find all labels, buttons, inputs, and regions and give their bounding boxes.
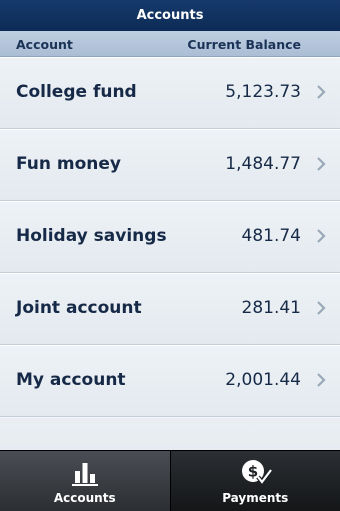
account-name: My account xyxy=(16,370,126,390)
tab-accounts-label: Accounts xyxy=(54,491,116,505)
account-row-holiday-savings[interactable]: Holiday savings 481.74 xyxy=(0,201,340,273)
account-name: Fun money xyxy=(16,154,121,174)
column-header-balance: Current Balance xyxy=(187,37,301,52)
chevron-right-icon xyxy=(316,157,326,171)
account-name: Joint account xyxy=(16,298,142,318)
tab-payments[interactable]: $ Payments xyxy=(171,451,340,511)
tab-accounts[interactable]: Accounts xyxy=(0,451,171,511)
tab-bar: Accounts $ Payments xyxy=(0,450,340,511)
page-title: Accounts xyxy=(137,8,204,23)
chevron-right-icon xyxy=(316,85,326,99)
account-name: Holiday savings xyxy=(16,226,167,246)
account-row-my-account[interactable]: My account 2,001.44 xyxy=(0,345,340,417)
dollar-check-icon: $ xyxy=(238,457,272,487)
bar-chart-icon xyxy=(68,457,102,487)
svg-text:$: $ xyxy=(248,463,258,481)
account-name: College fund xyxy=(16,82,137,102)
account-balance: 2,001.44 xyxy=(225,370,301,390)
account-row-partial[interactable] xyxy=(0,417,340,450)
title-bar: Accounts xyxy=(0,0,340,31)
column-header: Account Current Balance xyxy=(0,31,340,57)
account-row-fun-money[interactable]: Fun money 1,484.77 xyxy=(0,129,340,201)
tab-payments-label: Payments xyxy=(222,491,288,505)
column-header-account: Account xyxy=(16,37,73,52)
chevron-right-icon xyxy=(316,373,326,387)
account-balance: 281.41 xyxy=(242,298,301,318)
account-balance: 5,123.73 xyxy=(225,82,301,102)
account-row-college-fund[interactable]: College fund 5,123.73 xyxy=(0,57,340,129)
account-row-joint-account[interactable]: Joint account 281.41 xyxy=(0,273,340,345)
account-balance: 1,484.77 xyxy=(225,154,301,174)
chevron-right-icon xyxy=(316,229,326,243)
accounts-list[interactable]: College fund 5,123.73 Fun money 1,484.77… xyxy=(0,57,340,450)
chevron-right-icon xyxy=(316,301,326,315)
account-balance: 481.74 xyxy=(242,226,301,246)
